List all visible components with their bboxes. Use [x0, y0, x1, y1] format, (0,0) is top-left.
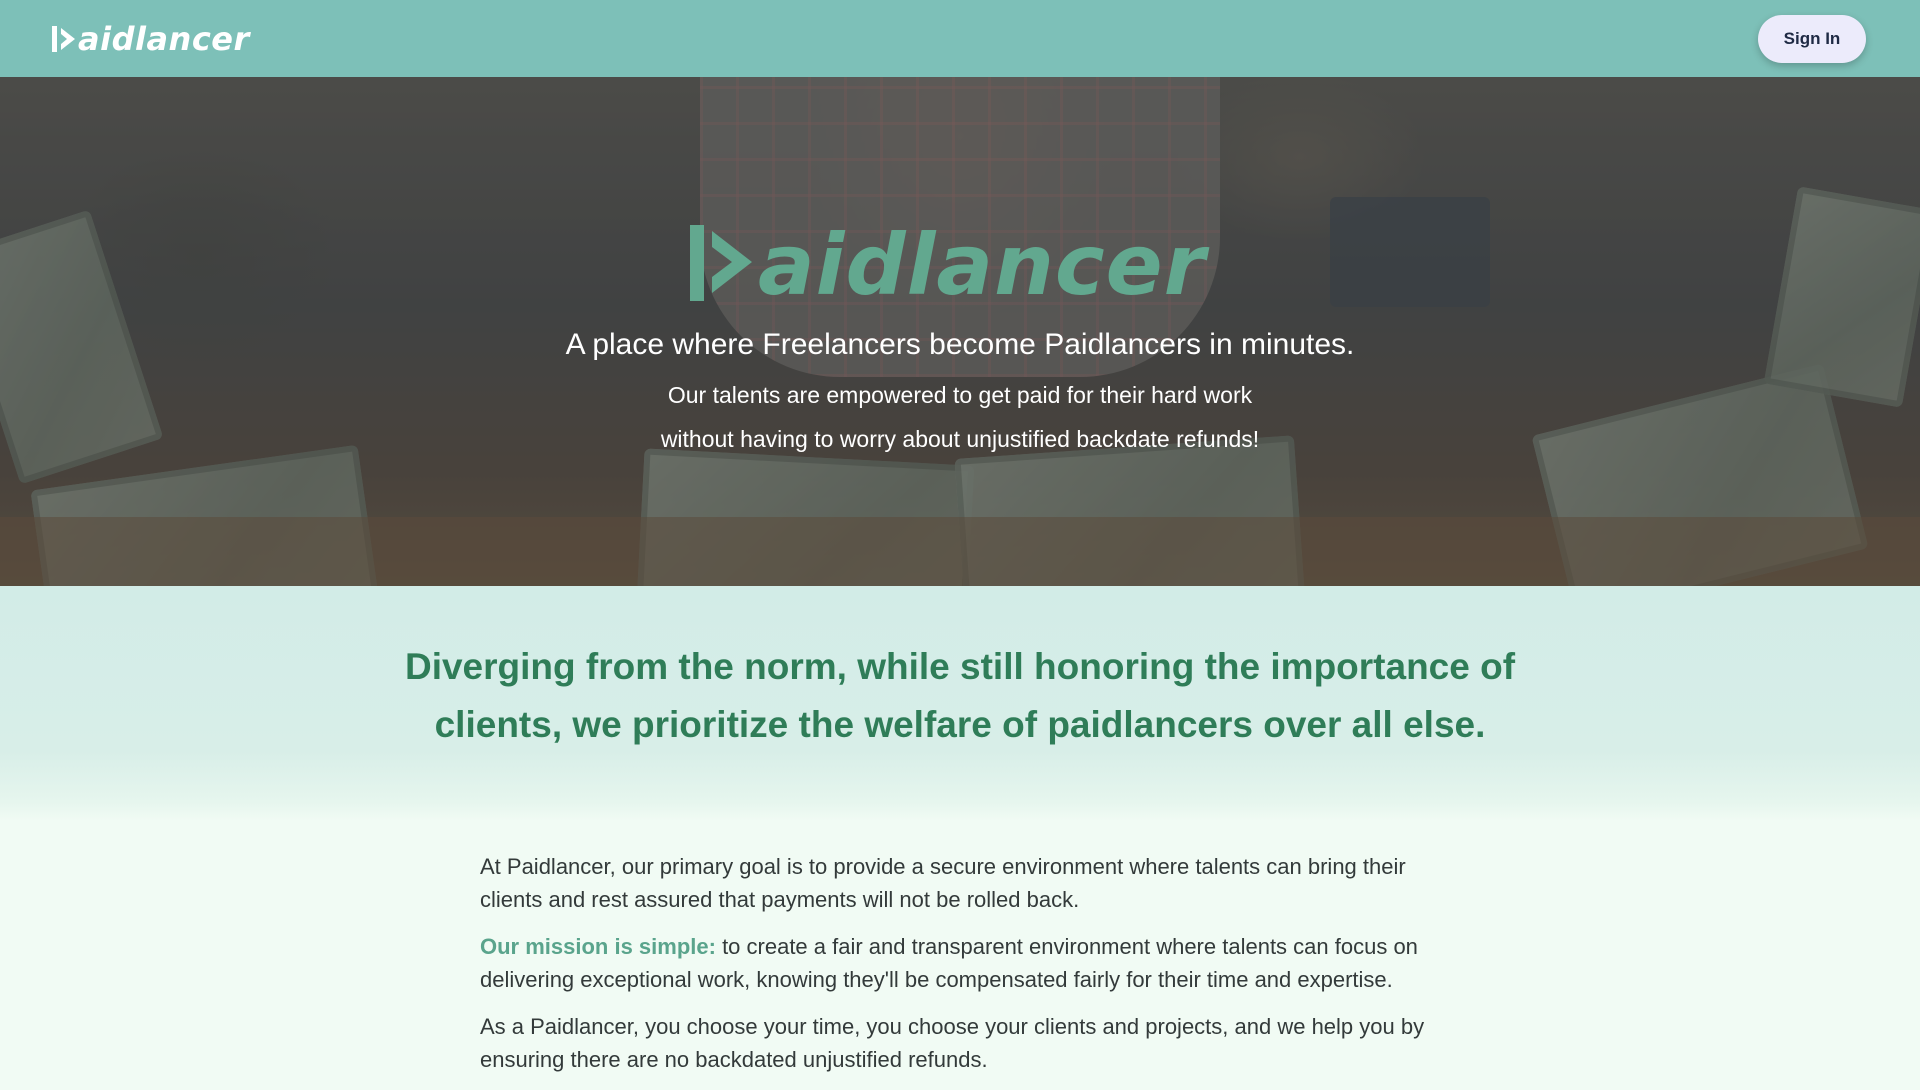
sign-in-button[interactable]: Sign In [1758, 14, 1866, 63]
mission-lead-text: Our mission is simple: [480, 934, 716, 959]
headline-section: Diverging from the norm, while still hon… [0, 586, 1920, 821]
hero-tagline: A place where Freelancers become Paidlan… [565, 328, 1355, 361]
top-navbar: aidlancer Sign In [0, 0, 1920, 77]
hero-subtitle-line-1: Our talents are empowered to get paid fo… [667, 382, 1253, 408]
about-paragraph-3: As a Paidlancer, you choose your time, y… [480, 1014, 1425, 1072]
about-paragraph-mission: Our mission is simple: to create a fair … [480, 930, 1460, 996]
about-paragraph-1: At Paidlancer, our primary goal is to pr… [480, 854, 1406, 912]
hero-logo-text: aidlancer [758, 215, 1207, 314]
hero-section: aidlancer A place where Freelancers beco… [0, 77, 1920, 586]
hero-logo: aidlancer [688, 221, 1206, 308]
brand-logo-link[interactable]: aidlancer [52, 23, 250, 55]
hero-subtitle-line-2: without having to worry about unjustifie… [660, 426, 1260, 452]
mission-headline: Diverging from the norm, while still hon… [404, 646, 1516, 745]
play-bar-icon [688, 221, 754, 308]
about-section: At Paidlancer, our primary goal is to pr… [480, 850, 1460, 1090]
brand-name: aidlancer [78, 19, 250, 58]
play-bar-icon [52, 24, 76, 54]
